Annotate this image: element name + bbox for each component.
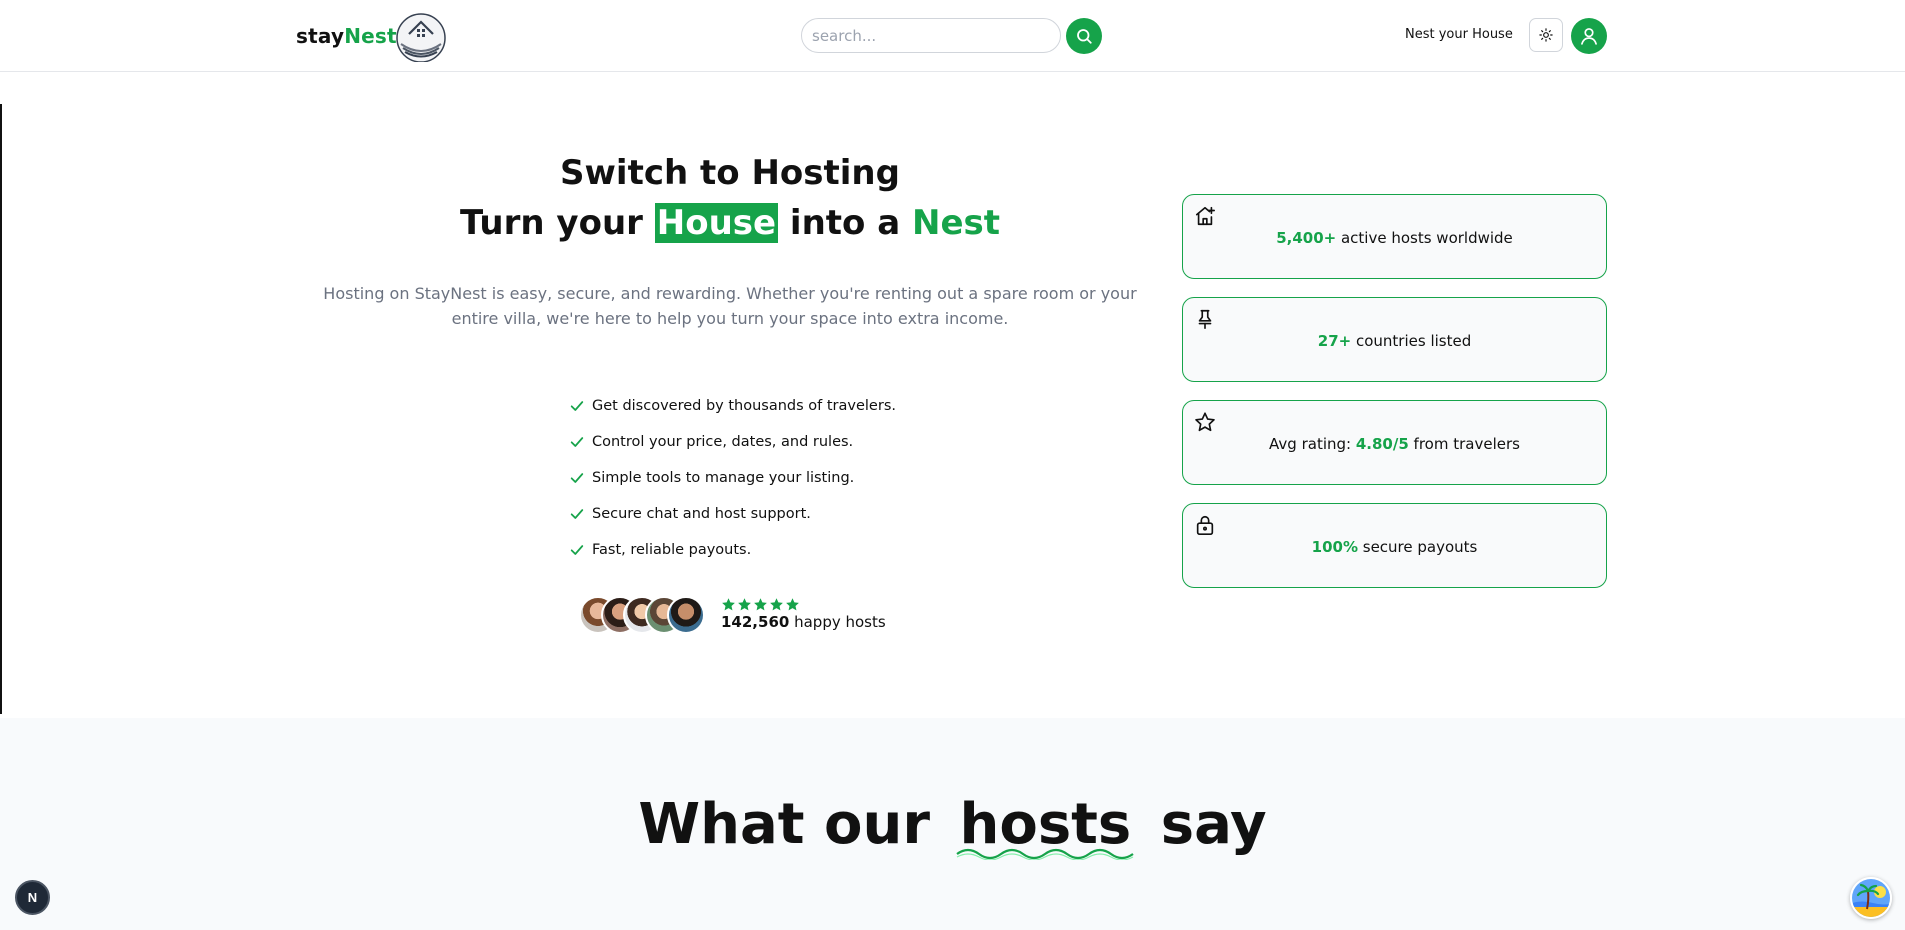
feature-item: Get discovered by thousands of travelers… (569, 388, 896, 424)
check-icon (569, 470, 585, 486)
profile-button[interactable] (1571, 18, 1607, 54)
user-icon (1579, 26, 1599, 46)
star-icon (786, 598, 799, 611)
hero-title: Switch to Hosting (560, 153, 900, 193)
brand-prefix: stay (296, 24, 345, 48)
subtitle-accent-nest: Nest (912, 203, 1001, 243)
lock-icon (1194, 514, 1216, 536)
feature-text: Secure chat and host support. (592, 506, 811, 522)
hero-description: Hosting on StayNest is easy, secure, and… (323, 284, 1137, 328)
rating-stars (721, 597, 800, 612)
check-icon (569, 398, 585, 414)
subtitle-part-a: Turn your (459, 203, 655, 243)
house-nest-logo-icon[interactable] (392, 8, 450, 63)
stat-card-countries: 27+ countries listed (1182, 297, 1607, 382)
check-icon (569, 434, 585, 450)
check-icon (569, 542, 585, 558)
feature-item: Secure chat and host support. (569, 496, 896, 532)
squiggle-underline (956, 848, 1134, 860)
title-part-b: say (1160, 792, 1267, 857)
search-field-wrapper (801, 18, 1061, 53)
feature-text: Fast, reliable payouts. (592, 542, 752, 558)
nest-your-house-link[interactable]: Nest your House (1405, 27, 1513, 42)
stat-text: 27+ countries listed (1317, 332, 1472, 350)
house-plus-icon (1194, 205, 1216, 227)
next-dev-badge[interactable]: N (15, 880, 50, 915)
brand-logo-text[interactable]: stayNest (296, 24, 397, 48)
pin-icon (1194, 308, 1216, 330)
feature-text: Get discovered by thousands of travelers… (592, 398, 896, 414)
happy-hosts-number: 142,560 (721, 613, 790, 631)
theme-toggle-button[interactable] (1529, 18, 1563, 52)
stat-number: 100% (1311, 538, 1358, 556)
feature-item: Control your price, dates, and rules. (569, 424, 896, 460)
search-icon (1075, 27, 1093, 45)
left-edge-divider (0, 104, 2, 714)
search-button[interactable] (1066, 18, 1102, 54)
feature-list: Get discovered by thousands of travelers… (569, 388, 896, 568)
sun-icon (1539, 28, 1553, 42)
stat-number: 27+ (1317, 332, 1352, 350)
search-input[interactable] (802, 19, 1060, 52)
happy-hosts-count: 142,560 happy hosts (721, 613, 886, 631)
host-avatar (667, 596, 705, 634)
feature-item: Simple tools to manage your listing. (569, 460, 896, 496)
star-icon (754, 598, 767, 611)
title-part-a: What our (638, 792, 930, 857)
stat-number: 4.80/5 (1355, 435, 1409, 453)
beach-avatar-icon[interactable] (1850, 877, 1892, 919)
stat-text: 100% secure payouts (1311, 538, 1478, 556)
brand-accent: Nest (344, 24, 397, 48)
stat-number: 5,400+ (1276, 229, 1337, 247)
star-icon (722, 598, 735, 611)
stat-text: 5,400+ active hosts worldwide (1276, 229, 1513, 247)
subtitle-highlight-house: House (654, 203, 779, 243)
site-header: stayNest Nest your House (0, 0, 1905, 72)
star-icon (1194, 411, 1216, 433)
testimonials-title: What our hosts say (0, 792, 1905, 857)
feature-item: Fast, reliable payouts. (569, 532, 896, 568)
star-icon (770, 598, 783, 611)
star-icon (738, 598, 751, 611)
stat-card-active-hosts: 5,400+ active hosts worldwide (1182, 194, 1607, 279)
stat-card-payouts: 100% secure payouts (1182, 503, 1607, 588)
subtitle-part-b: into a (778, 203, 913, 243)
happy-hosts-label: happy hosts (789, 613, 886, 631)
host-avatar-stack (579, 596, 705, 636)
check-icon (569, 506, 585, 522)
feature-text: Simple tools to manage your listing. (592, 470, 855, 486)
stat-card-rating: Avg rating: 4.80/5 from travelers (1182, 400, 1607, 485)
feature-text: Control your price, dates, and rules. (592, 434, 854, 450)
stat-text: Avg rating: 4.80/5 from travelers (1269, 435, 1520, 453)
